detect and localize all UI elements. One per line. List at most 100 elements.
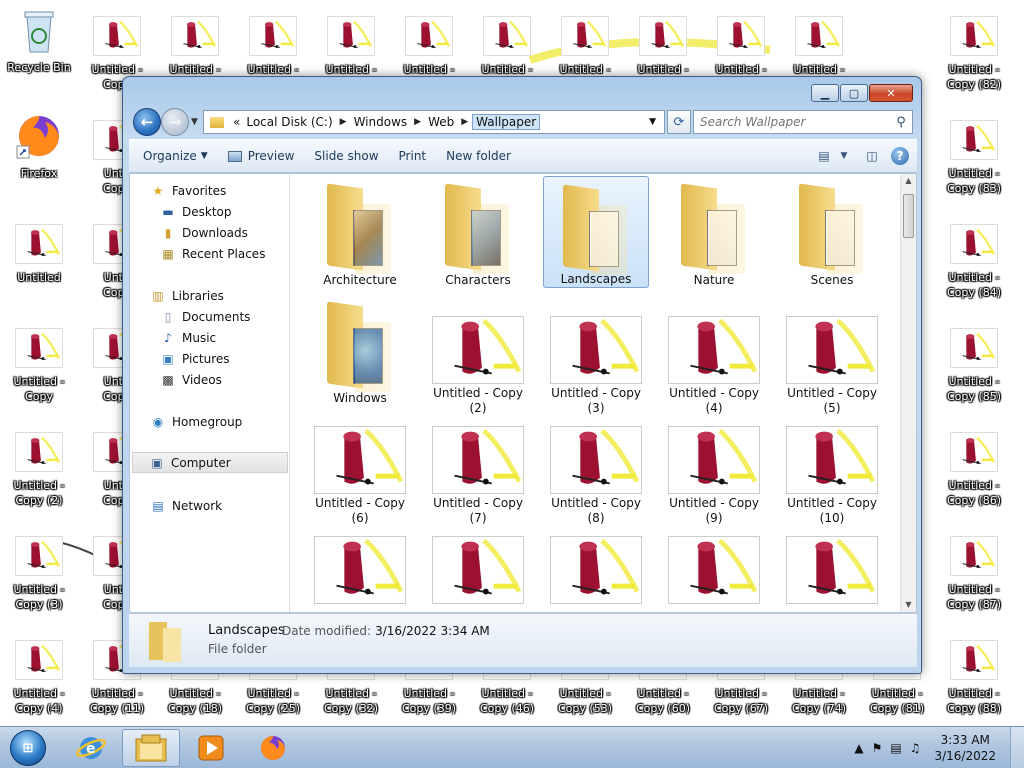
firefox-desktop-icon[interactable]: Firefox [2,104,76,196]
nav-homegroup[interactable]: ◉ Homegroup [150,411,243,432]
image-file-item[interactable] [779,532,885,612]
folder-item[interactable]: Landscapes [543,176,649,288]
folder-item[interactable]: Nature [661,176,767,288]
image-file-item[interactable]: Untitled - Copy (7) [425,422,531,534]
minimize-button[interactable]: ▁ [811,84,839,102]
image-thumbnail-icon [808,318,876,375]
search-box[interactable]: ⚲ [693,110,913,134]
image-file-item[interactable]: Untitled - Copy (4) [661,312,767,424]
preview-button[interactable]: Preview [218,142,305,170]
image-file-item[interactable] [543,532,649,612]
image-file-item[interactable]: Untitled - Copy (9) [661,422,767,534]
nav-desktop[interactable]: ▬ Desktop [160,201,231,222]
desktop-file-icon[interactable]: Untitled - Copy (2) [2,416,76,508]
image-file-item[interactable]: Untitled - Copy (2) [425,312,531,424]
close-button[interactable]: ✕ [869,84,913,102]
slideshow-button[interactable]: Slide show [304,142,388,170]
print-button[interactable]: Print [389,142,437,170]
taskbar-firefox[interactable] [244,729,302,767]
preview-pane-button[interactable]: ◫ [859,144,885,168]
label-line: Untitled - [247,63,299,76]
breadcrumb-windows[interactable]: Windows [351,115,411,129]
desktop-file-icon[interactable]: Untitled - Copy (3) [2,520,76,612]
desktop-file-icon[interactable]: Untitled [2,208,76,300]
desktop-file-icon[interactable]: Untitled - Copy (4) [2,624,76,716]
taskbar-internet-explorer[interactable]: e [62,729,120,767]
maximize-button[interactable]: ▢ [840,84,868,102]
breadcrumb-overflow[interactable]: « [230,115,243,129]
nav-favorites[interactable]: ★ Favorites [150,180,227,201]
show-desktop-button[interactable] [1010,727,1024,768]
desktop-file-label: Untitled - [548,62,622,77]
forward-button[interactable]: → [161,108,189,136]
address-bar[interactable]: « Local Disk (C:) ▶ Windows ▶ Web ▶ Wall… [203,110,665,134]
action-center-flag-icon[interactable]: ⚑ [872,741,883,755]
folder-item[interactable]: Windows [307,294,413,406]
back-button[interactable]: ← [133,108,161,136]
search-input[interactable] [700,115,890,129]
nav-music[interactable]: ♪ Music [160,327,216,348]
image-file-item[interactable] [661,532,767,612]
show-hidden-icons-icon[interactable]: ▲ [854,741,863,755]
breadcrumb-web[interactable]: Web [425,115,457,129]
scrollbar-thumb[interactable] [903,194,914,238]
nav-libraries[interactable]: ▥ Libraries [150,285,224,306]
navigation-pane: ★ Favorites ▬ Desktop ▮ Downloads ▦ Recent P… [130,174,290,612]
scroll-up-icon[interactable]: ▲ [901,174,916,188]
folder-item[interactable]: Architecture [307,176,413,288]
image-file-item[interactable] [307,532,413,612]
recycle-bin-desktop-icon[interactable]: Recycle Bin [2,0,76,92]
desktop-file-icon[interactable]: Untitled - Copy (87) [937,520,1011,612]
volume-icon[interactable]: ♫ [910,741,921,755]
desktop-file-icon[interactable]: Untitled - Copy [2,312,76,404]
help-button[interactable]: ? [891,147,909,165]
desktop-file-icon[interactable]: Untitled - Copy (85) [937,312,1011,404]
address-dropdown-icon[interactable]: ▼ [649,117,656,127]
breadcrumb-separator-icon[interactable]: ▶ [410,117,425,127]
network-status-icon[interactable]: ▤ [890,741,901,755]
taskbar-media-player[interactable] [182,729,240,767]
clock[interactable]: 3:33 AM 3/16/2022 [924,732,1010,764]
new-folder-button[interactable]: New folder [436,142,521,170]
folder-item[interactable]: Scenes [779,176,885,288]
desktop-file-icon[interactable]: Untitled - Copy (84) [937,208,1011,300]
label-line: (9) [705,511,723,525]
nav-videos[interactable]: ▩ Videos [160,369,222,390]
desktop-file-icon[interactable]: Untitled - Copy (86) [937,416,1011,508]
change-view-button[interactable]: ▤ [811,144,837,168]
folder-item[interactable]: Characters [425,176,531,288]
image-file-item[interactable]: Untitled - Copy (3) [543,312,649,424]
image-file-item[interactable]: Untitled - Copy (5) [779,312,885,424]
refresh-button[interactable]: ⟳ [667,110,691,134]
image-thumbnail-icon [105,20,139,48]
desktop-file-icon[interactable]: Untitled - Copy (83) [937,104,1011,196]
recent-pages-dropdown[interactable]: ▼ [191,117,198,127]
desktop-file-label: Untitled - Copy (82) [937,62,1011,92]
vertical-scrollbar[interactable]: ▲ ▼ [900,174,916,612]
desktop-file-icon[interactable]: Untitled - Copy (88) [937,624,1011,716]
nav-documents[interactable]: ▯ Documents [160,306,251,327]
image-file-item[interactable]: Untitled - Copy (6) [307,422,413,534]
scroll-down-icon[interactable]: ▼ [901,598,916,612]
image-file-item[interactable]: Untitled - Copy (10) [779,422,885,534]
desktop-file-icon[interactable]: Untitled - Copy (82) [937,0,1011,92]
label-line: (5) [823,401,841,415]
nav-pictures[interactable]: ▣ Pictures [160,348,229,369]
nav-recent-places[interactable]: ▦ Recent Places [160,243,265,264]
organize-button[interactable]: Organize ▼ [129,142,218,170]
view-options-dropdown[interactable]: ▼ [837,144,851,168]
breadcrumb-local-disk[interactable]: Local Disk (C:) [243,115,335,129]
image-file-item[interactable] [425,532,531,612]
search-icon[interactable]: ⚲ [890,115,912,130]
breadcrumb-wallpaper[interactable]: Wallpaper [472,114,541,130]
nav-computer[interactable]: ▣ Computer [132,452,288,473]
start-button[interactable]: ⊞ [2,727,54,768]
image-file-item[interactable]: Untitled - Copy (8) [543,422,649,534]
nav-music-label: Music [182,330,217,345]
breadcrumb-separator-icon[interactable]: ▶ [457,117,472,127]
nav-downloads[interactable]: ▮ Downloads [160,222,248,243]
explorer-window[interactable]: ▁ ▢ ✕ ← → ▼ « Local Disk (C:) ▶ Windows … [122,76,922,674]
breadcrumb-separator-icon[interactable]: ▶ [336,117,351,127]
nav-network[interactable]: ▤ Network [150,495,222,516]
taskbar-windows-explorer[interactable] [122,729,180,767]
